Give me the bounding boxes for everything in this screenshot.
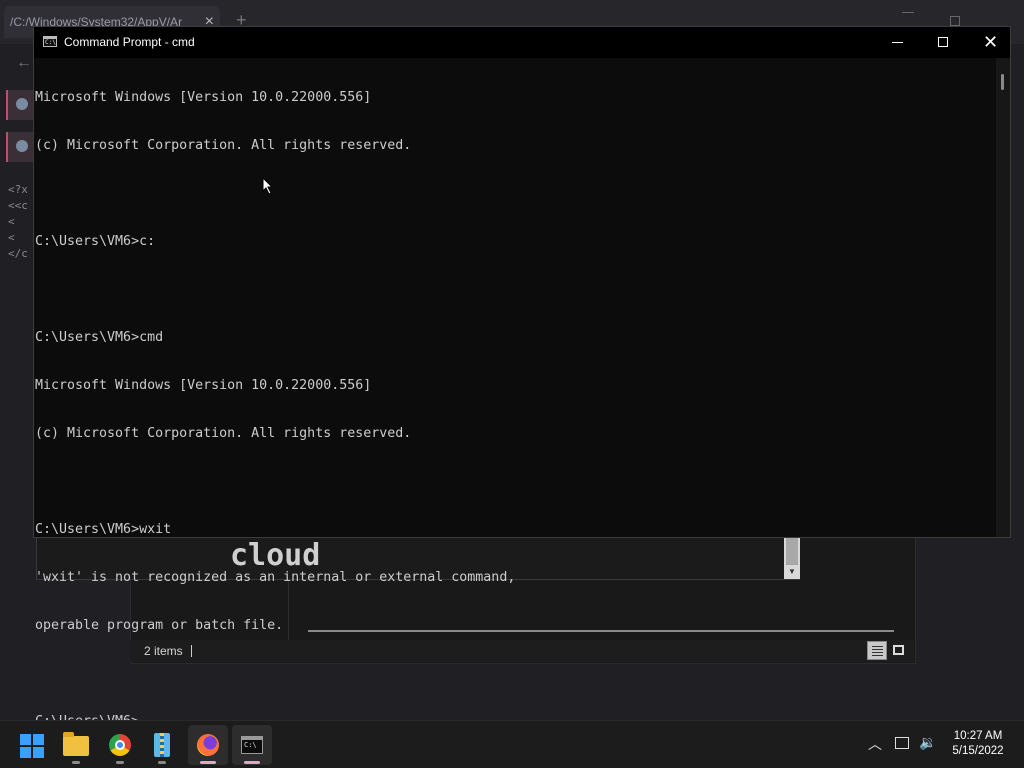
windows-logo-icon xyxy=(20,734,44,758)
mouse-pointer-icon xyxy=(262,177,274,195)
console-line: (c) Microsoft Corporation. All rights re… xyxy=(35,426,412,441)
window-title: Command Prompt - cmd xyxy=(64,35,195,49)
start-button[interactable] xyxy=(12,725,52,765)
console-line: C:\Users\VM6>c: xyxy=(35,234,156,249)
code-line: < xyxy=(8,215,15,228)
folder-icon xyxy=(63,732,89,756)
firefox-icon xyxy=(197,734,219,756)
console-line: C:\Users\VM6>cmd xyxy=(35,330,164,345)
code-line: <<c xyxy=(8,199,28,212)
running-indicator xyxy=(200,761,216,764)
sidebar-entry[interactable] xyxy=(6,132,36,162)
console-line: C:\Users\VM6>wxit xyxy=(35,522,172,537)
clock-time: 10:27 AM xyxy=(953,730,1003,742)
zip-icon xyxy=(154,733,170,757)
background-sidebar xyxy=(0,86,36,166)
large-icons-view-icon xyxy=(893,645,904,655)
close-button[interactable]: ✕ xyxy=(966,27,1012,58)
chrome-icon xyxy=(109,734,131,756)
running-indicator xyxy=(116,761,124,764)
show-hidden-icons-chevron-icon[interactable]: ︿ xyxy=(868,734,882,754)
back-arrow-icon[interactable]: ← xyxy=(16,54,32,72)
preview-scroll-thumb[interactable] xyxy=(786,537,798,565)
running-indicator xyxy=(72,761,80,764)
running-indicator xyxy=(244,761,260,764)
chrome-button[interactable] xyxy=(100,725,140,765)
cmd-scroll-thumb[interactable] xyxy=(1001,74,1004,90)
terminal-icon: C:\ xyxy=(241,736,263,754)
large-icons-view-button[interactable] xyxy=(889,641,909,660)
scroll-down-arrow-icon[interactable]: ▼ xyxy=(788,567,796,576)
console-line: Microsoft Windows [Version 10.0.22000.55… xyxy=(35,90,372,105)
archive-app-button[interactable] xyxy=(142,725,182,765)
cmd-scrollbar[interactable] xyxy=(996,58,1010,537)
entry-icon xyxy=(16,98,28,110)
details-view-button[interactable] xyxy=(867,641,887,660)
clock-date: 5/15/2022 xyxy=(952,745,1004,757)
minimize-button[interactable] xyxy=(874,27,920,58)
file-explorer-button[interactable] xyxy=(56,725,96,765)
command-prompt-window[interactable]: C:\ Command Prompt - cmd ✕ Microsoft Win… xyxy=(33,26,1011,729)
code-line: </c xyxy=(8,247,28,260)
console-line: 'wxit' is not recognized as an internal … xyxy=(35,570,516,585)
console-line: Microsoft Windows [Version 10.0.22000.55… xyxy=(35,378,372,393)
close-icon: ✕ xyxy=(983,32,999,52)
background-code-view: <?x <<c < < </c xyxy=(8,182,28,262)
console-line: (c) Microsoft Corporation. All rights re… xyxy=(35,138,412,153)
background-restore-icon[interactable] xyxy=(950,16,960,26)
network-icon[interactable] xyxy=(895,737,909,749)
console-line: operable program or batch file. xyxy=(35,618,284,633)
cmd-titlebar[interactable]: C:\ Command Prompt - cmd ✕ xyxy=(34,27,1010,58)
maximize-button[interactable] xyxy=(920,27,966,58)
minimize-icon xyxy=(892,42,903,43)
preview-scrollbar[interactable]: ▼ xyxy=(784,537,800,579)
code-line: < xyxy=(8,231,15,244)
code-line: <?x xyxy=(8,183,28,196)
background-minimize-icon[interactable] xyxy=(902,12,914,13)
details-view-icon xyxy=(872,646,883,656)
firefox-button[interactable] xyxy=(188,725,228,765)
maximize-icon xyxy=(938,37,948,47)
entry-icon xyxy=(16,140,28,152)
sidebar-entry[interactable] xyxy=(6,90,36,120)
console-output: Microsoft Windows [Version 10.0.22000.55… xyxy=(35,58,515,762)
running-indicator xyxy=(158,761,166,764)
console-area[interactable]: Microsoft Windows [Version 10.0.22000.55… xyxy=(34,58,994,729)
cmd-app-icon: C:\ xyxy=(43,36,57,47)
volume-icon[interactable]: 🔉 xyxy=(919,734,936,751)
clock[interactable]: 10:27 AM 5/15/2022 xyxy=(940,729,1016,759)
command-prompt-taskbar-button[interactable]: C:\ xyxy=(232,725,272,765)
